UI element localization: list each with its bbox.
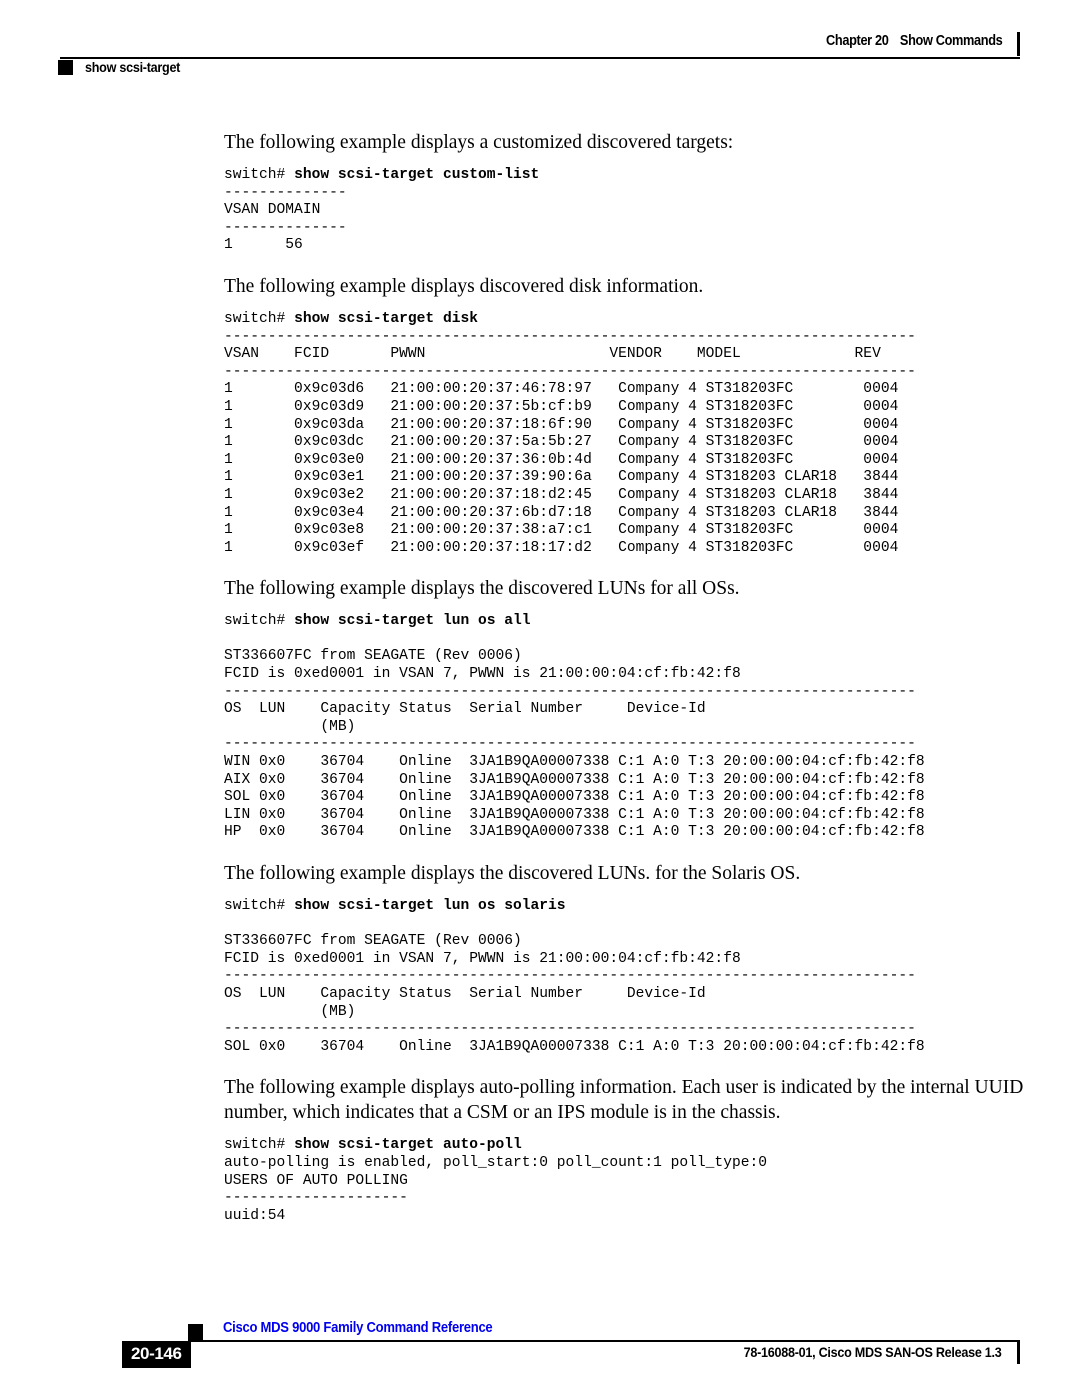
lun-all-table-header-units: (MB) — [224, 718, 356, 735]
lun-all-table-row: WIN 0x0 36704 Online 3JA1B9QA00007338 C:… — [224, 754, 925, 771]
header-chapter-label: Chapter 20 — [825, 33, 889, 49]
footer-edge-tick — [1017, 1342, 1020, 1364]
disk-table-row: 1 0x9c03e4 21:00:00:20:37:6b:d7:18 Compa… — [224, 504, 899, 521]
lun-solaris-fcid-line: FCID is 0xed0001 in VSAN 7, PWWN is 21:0… — [224, 950, 741, 967]
lun-solaris-table-header: OS LUN Capacity Status Serial Number Dev… — [224, 985, 706, 1002]
custom-list-command-line: switch# show scsi-target custom-list — [224, 167, 1024, 185]
header-chapter-section: Chapter 20 Show Commands — [825, 33, 1003, 49]
shell-prompt: switch# — [224, 310, 295, 327]
lun-all-table-row: SOL 0x0 36704 Online 3JA1B9QA00007338 C:… — [224, 789, 925, 806]
shell-prompt: switch# — [224, 613, 295, 630]
page-number-badge: 20-146 — [122, 1341, 191, 1368]
lun-all-command: show scsi-target lun os all — [294, 613, 531, 630]
disk-table-row: 1 0x9c03dc 21:00:00:20:37:5a:5b:27 Compa… — [224, 434, 899, 451]
disk-table-row: 1 0x9c03da 21:00:00:20:37:18:6f:90 Compa… — [224, 416, 899, 433]
lun-solaris-table-header-units: (MB) — [224, 1003, 356, 1020]
shell-prompt: switch# — [224, 167, 295, 183]
disk-table-row: 1 0x9c03d9 21:00:00:20:37:5b:cf:b9 Compa… — [224, 398, 899, 415]
disk-table-row: 1 0x9c03e2 21:00:00:20:37:18:d2:45 Compa… — [224, 486, 899, 503]
disk-table-row: 1 0x9c03e1 21:00:00:20:37:39:90:6a Compa… — [224, 469, 899, 486]
shell-prompt: switch# — [224, 898, 295, 914]
footer-book-title: Cisco MDS 9000 Family Command Reference — [223, 1320, 493, 1336]
shell-prompt: switch# — [224, 1137, 295, 1154]
lun-all-table-row: HP 0x0 36704 Online 3JA1B9QA00007338 C:1… — [224, 824, 925, 841]
lun-all-fcid-line: FCID is 0xed0001 in VSAN 7, PWWN is 21:0… — [224, 666, 741, 683]
header-divider — [60, 57, 1020, 59]
lun-solaris-intro: The following example displays the disco… — [224, 863, 801, 884]
lun-all-device-line: ST336607FC from SEAGATE (Rev 0006) — [224, 648, 522, 665]
disk-rule-top: ----------------------------------------… — [224, 328, 916, 345]
page-body: The following example displays a customi… — [224, 130, 1024, 1225]
custom-list-intro: The following example displays a customi… — [224, 132, 734, 153]
page-footer: Cisco MDS 9000 Family Command Reference … — [60, 1315, 1020, 1375]
disk-command: show scsi-target disk — [294, 310, 478, 327]
header-command-marker: show scsi-target — [58, 59, 191, 75]
header-section-label: Show Commands — [899, 33, 1003, 49]
custom-list-output: -------------- VSAN DOMAIN -------------… — [224, 184, 347, 254]
lun-solaris-command: show scsi-target lun os solaris — [294, 898, 566, 914]
page-header: Chapter 20 Show Commands show scsi-target — [58, 30, 1020, 80]
footer-doc-id: 78-16088-01, Cisco MDS SAN-OS Release 1.… — [744, 1344, 1002, 1360]
lun-solaris-rule-top: ----------------------------------------… — [224, 968, 916, 985]
auto-poll-output: auto-polling is enabled, poll_start:0 po… — [224, 1154, 767, 1224]
custom-list-command: show scsi-target custom-list — [294, 167, 540, 183]
lun-all-intro: The following example displays the disco… — [224, 578, 740, 600]
disk-table-row: 1 0x9c03e0 21:00:00:20:37:36:0b:4d Compa… — [224, 451, 899, 468]
header-edge-tick — [1017, 32, 1020, 56]
disk-table-row: 1 0x9c03d6 21:00:00:20:37:46:78:97 Compa… — [224, 381, 899, 398]
auto-poll-intro: The following example displays auto-poll… — [224, 1077, 1029, 1124]
disk-command-line: switch# show scsi-target disk — [224, 311, 1024, 329]
lun-solaris-rule-bottom: ----------------------------------------… — [224, 1021, 916, 1038]
lun-solaris-command-line: switch# show scsi-target lun os solaris — [224, 898, 1024, 916]
lun-solaris-table-row: SOL 0x0 36704 Online 3JA1B9QA00007338 C:… — [224, 1038, 925, 1055]
square-bullet-icon — [188, 1324, 203, 1342]
square-bullet-icon — [58, 59, 73, 75]
lun-solaris-device-line: ST336607FC from SEAGATE (Rev 0006) — [224, 933, 522, 950]
lun-all-rule-top: ----------------------------------------… — [224, 683, 916, 700]
lun-all-rule-bottom: ----------------------------------------… — [224, 736, 916, 753]
auto-poll-command: show scsi-target auto-poll — [294, 1137, 522, 1154]
auto-poll-command-line: switch# show scsi-target auto-poll — [224, 1137, 1024, 1155]
lun-all-table-row: LIN 0x0 36704 Online 3JA1B9QA00007338 C:… — [224, 806, 925, 823]
disk-table-header: VSAN FCID PWWN VENDOR MODEL REV — [224, 346, 881, 363]
footer-divider — [190, 1340, 1020, 1342]
header-command-label: show scsi-target — [85, 59, 181, 75]
disk-intro: The following example displays discovere… — [224, 275, 704, 297]
lun-all-table-row: AIX 0x0 36704 Online 3JA1B9QA00007338 C:… — [224, 771, 925, 788]
lun-all-command-line: switch# show scsi-target lun os all — [224, 613, 1024, 631]
disk-rule-bottom: ----------------------------------------… — [224, 363, 916, 380]
disk-table-row: 1 0x9c03ef 21:00:00:20:37:18:17:d2 Compa… — [224, 539, 899, 556]
document-page: Chapter 20 Show Commands show scsi-target… — [0, 0, 1080, 1397]
lun-all-table-header: OS LUN Capacity Status Serial Number Dev… — [224, 701, 706, 718]
disk-table-row: 1 0x9c03e8 21:00:00:20:37:38:a7:c1 Compa… — [224, 522, 899, 539]
